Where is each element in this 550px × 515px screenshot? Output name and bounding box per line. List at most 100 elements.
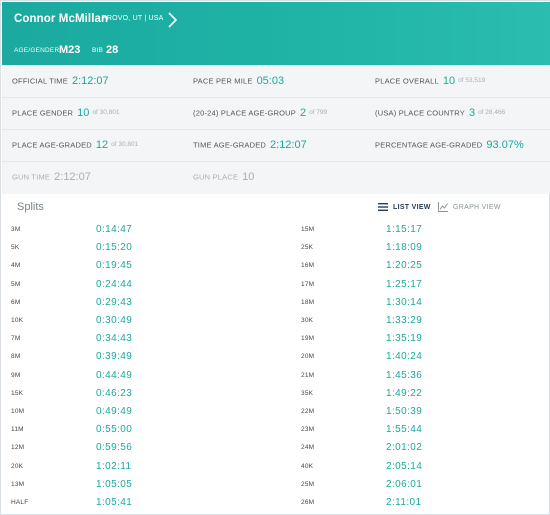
- graph-view-button[interactable]: GRAPH VIEW: [438, 200, 501, 214]
- split-label: 6M: [11, 298, 21, 306]
- split-time: 2:01:02: [386, 442, 423, 454]
- split-label: 20M: [301, 353, 315, 361]
- split-time: 1:02:11: [96, 460, 132, 472]
- split-label: 19M: [301, 335, 315, 343]
- split-label: 12M: [11, 444, 25, 452]
- runner-name: Connor McMillan: [14, 13, 109, 25]
- split-label: 23M: [301, 426, 315, 434]
- stat-place-gender: PLACE GENDER 10 of 30,801: [12, 104, 120, 124]
- split-label: 30K: [301, 317, 314, 324]
- split-label: 15K: [11, 389, 24, 397]
- stat-label: PLACE AGE-GRADED: [12, 140, 92, 150]
- stat-value: 12: [95, 138, 109, 151]
- results-card: Connor McMillan PROVO, UT | USA AGE/GEND…: [0, 0, 550, 515]
- divider: [2, 97, 550, 98]
- age-gender-value: M23: [59, 44, 81, 56]
- split-row: 20K 1:02:11: [11, 461, 211, 475]
- split-label: 25M: [301, 480, 315, 488]
- split-label: 22M: [301, 408, 315, 415]
- split-time: 2:05:14: [386, 460, 423, 472]
- split-row: 25M 2:06:01: [301, 479, 501, 493]
- stat-place-age-graded: PLACE AGE-GRADED 12 of 30,801: [12, 136, 138, 156]
- stat-label: OFFICIAL TIME: [12, 76, 68, 86]
- split-time: 0:55:00: [96, 424, 133, 436]
- split-time: 1:35:19: [386, 333, 423, 345]
- stat-value: 3: [468, 106, 476, 119]
- split-time: 0:19:45: [96, 260, 133, 272]
- stat-time-age-graded: TIME AGE-GRADED 2:12:07: [193, 136, 307, 156]
- split-row: 10M 0:49:49: [11, 406, 211, 420]
- split-label: 11M: [11, 426, 24, 434]
- split-time: 1:05:41: [96, 497, 133, 508]
- split-time: 0:44:49: [96, 369, 133, 381]
- split-label: 40K: [301, 462, 314, 470]
- stat-label: GUN PLACE: [193, 172, 239, 182]
- split-row: 19M 1:35:19: [301, 333, 501, 347]
- split-label: 26M: [301, 499, 315, 506]
- split-row: 18M 1:30:14: [301, 297, 501, 311]
- split-row: 15K 0:46:23: [11, 388, 211, 402]
- split-row: 23M 1:55:44: [301, 424, 501, 438]
- split-time: 0:46:23: [96, 387, 133, 399]
- list-view-button[interactable]: LIST VIEW: [378, 200, 431, 214]
- split-label: 24M: [301, 444, 315, 452]
- split-label: 25K: [301, 244, 314, 252]
- split-row: 8M 0:39:49: [11, 351, 211, 365]
- split-time: 1:15:17: [386, 224, 423, 235]
- stat-of: of 53,519: [458, 77, 486, 85]
- stat-value: 10: [242, 170, 255, 183]
- split-row: 12M 0:59:56: [11, 442, 211, 456]
- split-time: 0:39:49: [96, 351, 133, 363]
- stat-label: GUN TIME: [12, 172, 51, 182]
- split-row: 3M 0:14:47: [11, 224, 211, 238]
- split-row: 5M 0:24:44: [11, 279, 211, 293]
- split-label: 16M: [301, 262, 315, 270]
- split-row: 9M 0:44:49: [11, 370, 211, 384]
- split-label: 4M: [11, 262, 21, 270]
- stat-place-country: (USA) PLACE COUNTRY 3 of 28,466: [375, 104, 505, 124]
- bib-value: 28: [106, 44, 119, 56]
- split-label: HALF: [11, 499, 29, 506]
- split-time: 0:49:49: [96, 406, 133, 417]
- split-time: 0:24:44: [96, 278, 133, 290]
- stat-gun-time: GUN TIME 2:12:07: [12, 168, 91, 188]
- split-row: 24M 2:01:02: [301, 442, 501, 456]
- chart-icon: [438, 202, 448, 212]
- stat-of: of 30,801: [92, 109, 120, 117]
- stat-of: of 28,466: [478, 109, 506, 117]
- split-row: 16M 1:20:25: [301, 260, 501, 274]
- split-label: 5M: [11, 280, 21, 288]
- stat-label: TIME AGE-GRADED: [193, 140, 267, 150]
- split-row: 21M 1:45:36: [301, 370, 501, 384]
- split-label: 9M: [11, 371, 21, 379]
- split-row: 25K 1:18:09: [301, 242, 501, 256]
- stat-value: 10: [442, 74, 456, 87]
- split-time: 0:29:43: [96, 296, 133, 308]
- split-row: 22M 1:50:39: [301, 406, 501, 420]
- split-time: 1:18:09: [386, 242, 423, 254]
- split-label: 3M: [11, 226, 21, 233]
- split-label: 10K: [11, 317, 24, 324]
- split-label: 21M: [301, 371, 315, 379]
- split-time: 1:25:17: [386, 278, 423, 290]
- split-label: 20K: [11, 462, 24, 470]
- stat-label: PLACE GENDER: [12, 108, 74, 118]
- stat-official-time: OFFICIAL TIME 2:12:07: [12, 72, 109, 92]
- stat-value: 2: [299, 106, 307, 119]
- split-time: 1:49:22: [386, 387, 423, 399]
- split-row: 40K 2:05:14: [301, 461, 501, 475]
- list-view-label: LIST VIEW: [393, 203, 431, 211]
- stat-place-overall: PLACE OVERALL 10 of 53,519: [375, 72, 485, 92]
- split-label: 13M: [11, 480, 25, 488]
- split-time: 1:55:44: [386, 424, 423, 436]
- split-time: 1:45:36: [386, 369, 423, 381]
- split-row: 6M 0:29:43: [11, 297, 211, 311]
- split-row: 30K 1:33:29: [301, 315, 501, 329]
- split-row: 11M 0:55:00: [11, 424, 211, 438]
- split-label: 10M: [11, 408, 25, 415]
- split-label: 17M: [301, 280, 315, 288]
- chevron-right-icon[interactable]: [164, 10, 180, 30]
- divider: [2, 129, 550, 130]
- split-row: 35K 1:49:22: [301, 388, 501, 402]
- bib-label: BIB: [92, 47, 104, 54]
